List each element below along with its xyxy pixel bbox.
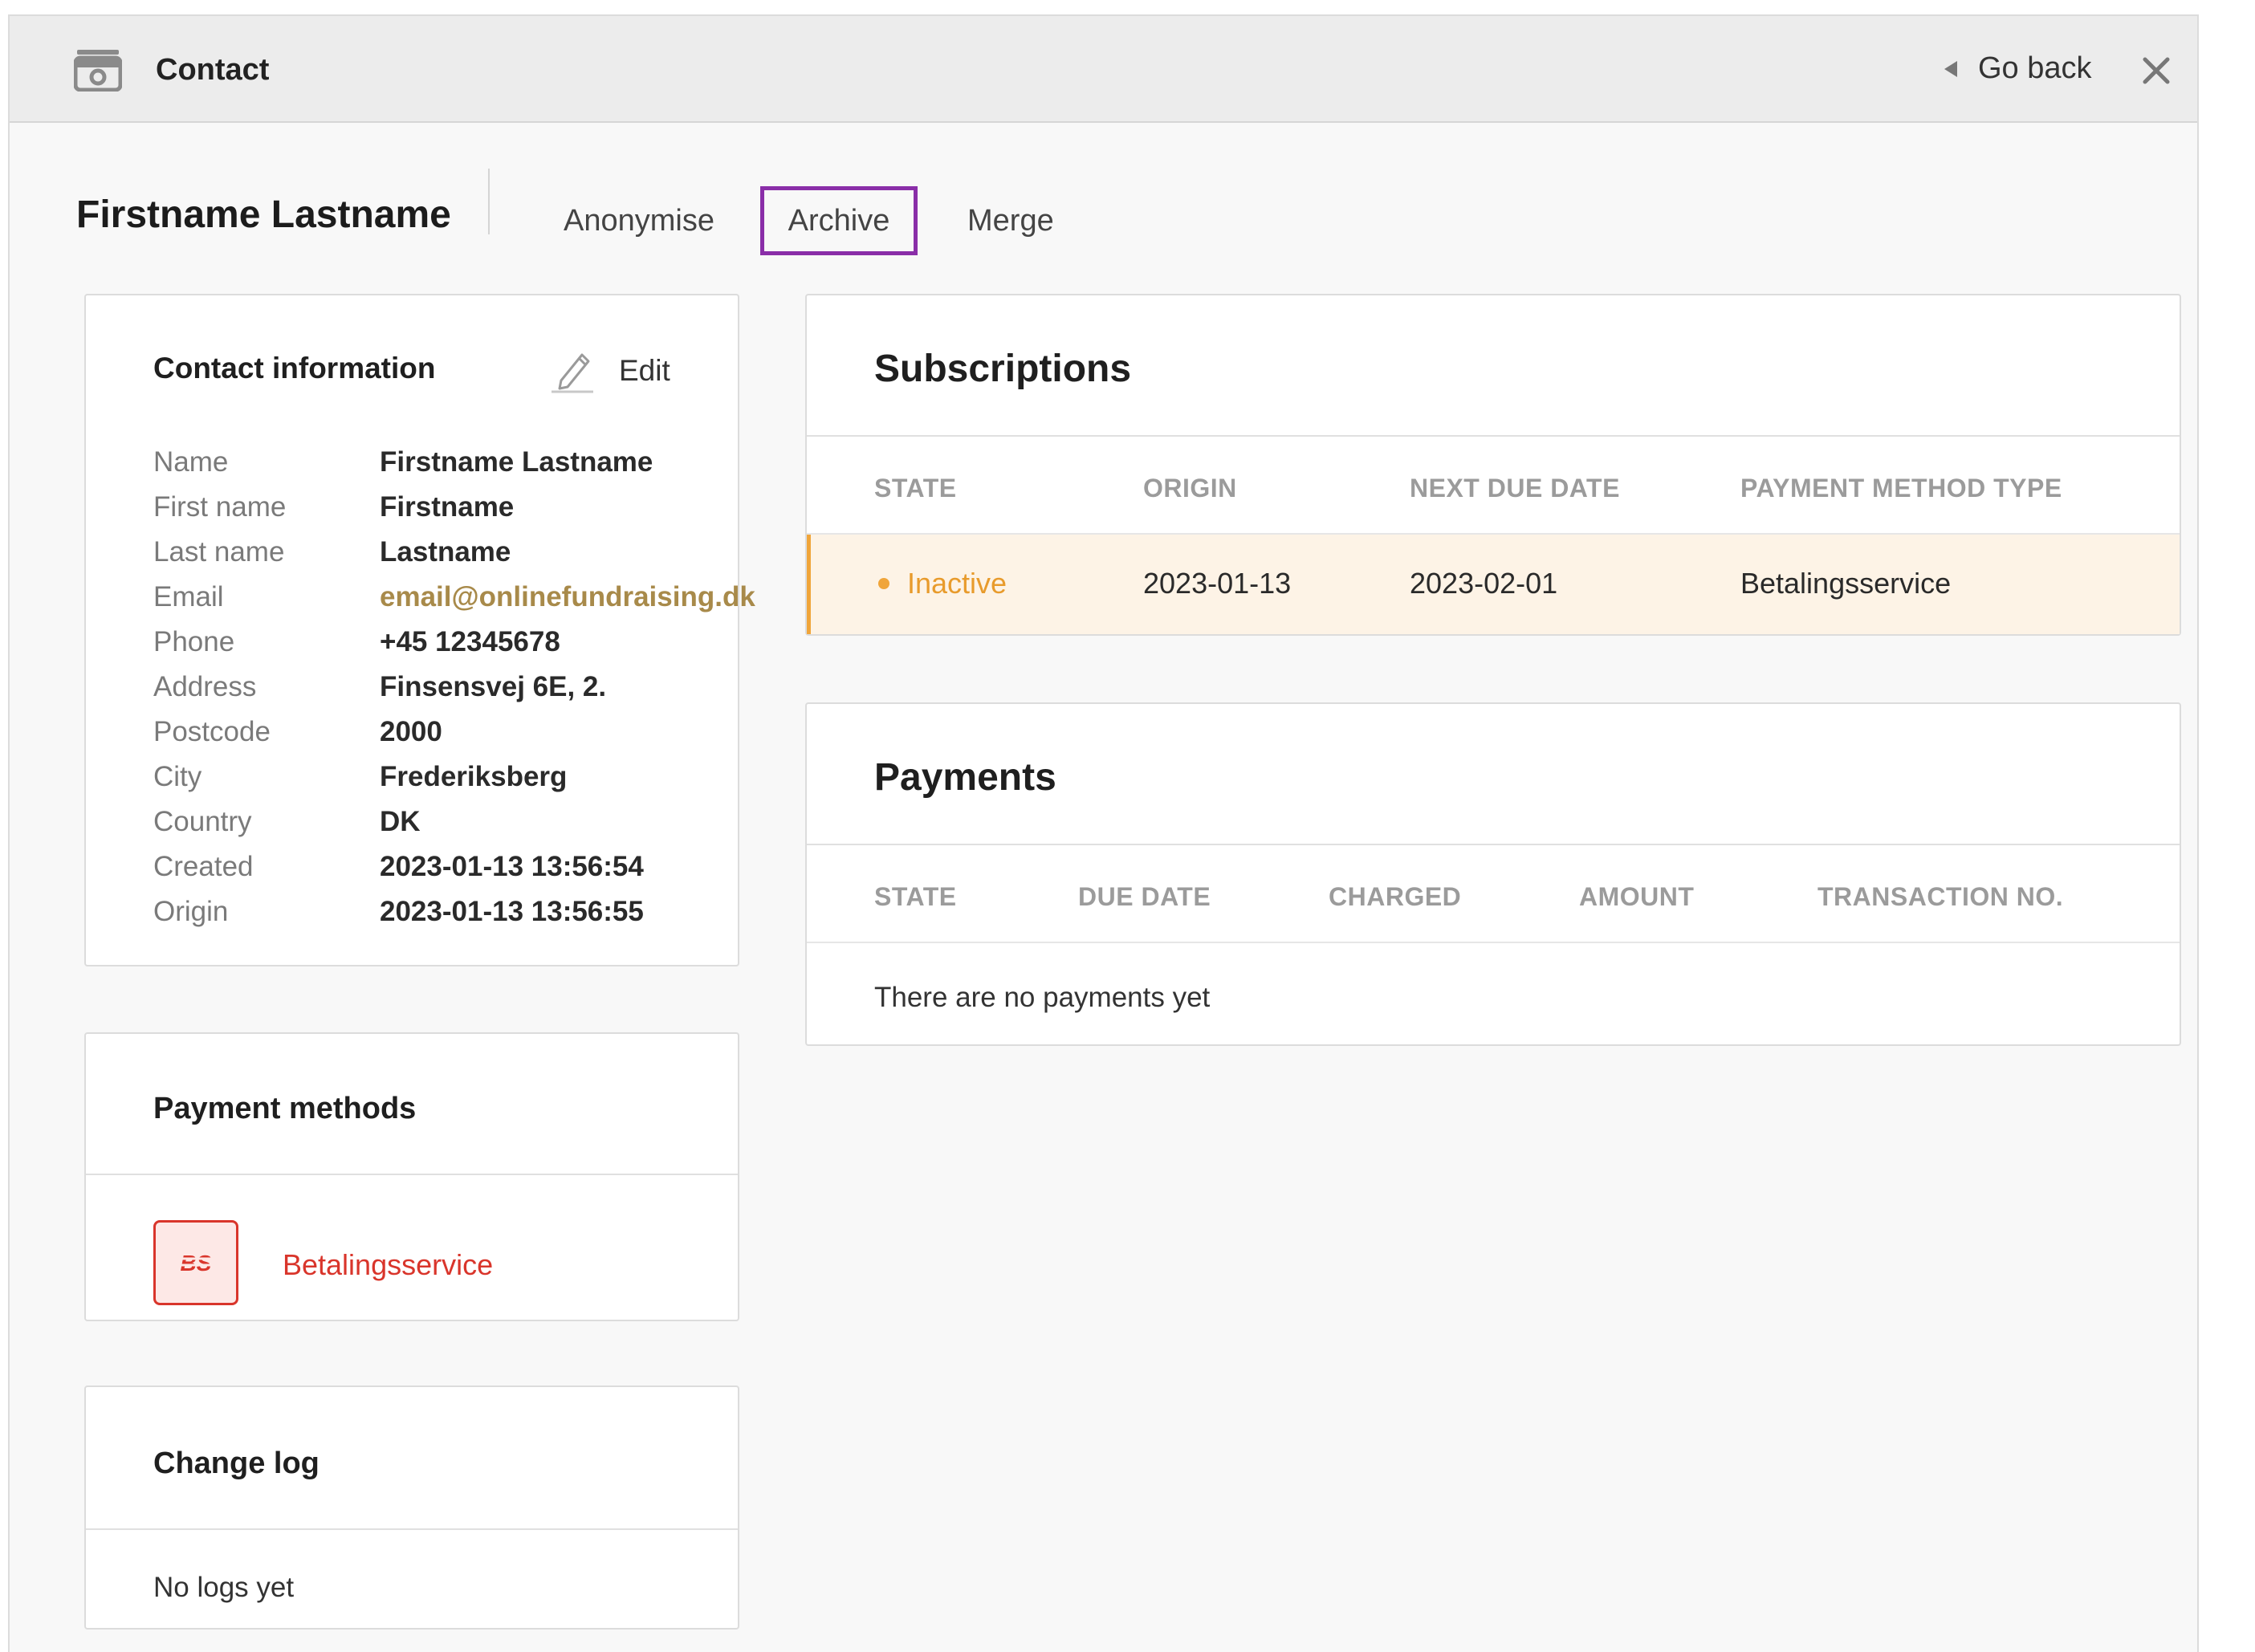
- payment-methods-card: Payment methods BS Betalingsservice: [84, 1032, 739, 1321]
- email-link[interactable]: email@onlinefundraising.dk: [380, 581, 755, 613]
- info-value: DK: [380, 806, 421, 837]
- subscriptions-card: Subscriptions STATE ORIGIN NEXT DUE DATE…: [805, 294, 2181, 636]
- anonymise-button[interactable]: Anonymise: [564, 186, 714, 255]
- info-label: Name: [153, 446, 229, 478]
- betalingsservice-icon: BS: [173, 1251, 218, 1276]
- info-row-phone: Phone +45 12345678: [153, 626, 560, 658]
- info-row-email: Email email@onlinefundraising.dk: [153, 581, 755, 613]
- column-header-transaction-no: TRANSACTION NO.: [1817, 882, 2064, 911]
- change-log-card: Change log No logs yet: [84, 1385, 739, 1630]
- column-header-due-date: DUE DATE: [1078, 882, 1211, 911]
- info-label: First name: [153, 491, 287, 523]
- info-row-first-name: First name Firstname: [153, 491, 514, 523]
- info-value: 2000: [380, 716, 442, 747]
- back-arrow-icon: [1944, 60, 1957, 77]
- edit-button[interactable]: Edit: [550, 348, 670, 393]
- info-row-address: Address Finsensvej 6E, 2.: [153, 671, 606, 703]
- info-label: City: [153, 761, 202, 792]
- divider: [807, 435, 2180, 437]
- contact-name: Firstname Lastname: [76, 193, 451, 236]
- info-label: Last name: [153, 536, 285, 568]
- info-label: Origin: [153, 896, 229, 927]
- info-label: Email: [153, 581, 224, 612]
- column-header-charged: CHARGED: [1329, 882, 1462, 911]
- column-header-payment-method-type: PAYMENT METHOD TYPE: [1740, 474, 2062, 503]
- go-back-button[interactable]: Go back: [1944, 51, 2092, 86]
- status-dot-icon: [878, 578, 889, 589]
- change-log-empty: No logs yet: [153, 1572, 295, 1603]
- contact-information-heading: Contact information: [153, 352, 436, 385]
- info-row-country: Country DK: [153, 806, 421, 838]
- subscription-payment-method-type: Betalingsservice: [1740, 567, 1952, 600]
- change-log-heading: Change log: [153, 1447, 320, 1480]
- divider: [86, 1528, 738, 1530]
- info-label: Postcode: [153, 716, 271, 747]
- info-label: Country: [153, 806, 252, 837]
- payment-methods-heading: Payment methods: [153, 1092, 417, 1125]
- info-row-postcode: Postcode 2000: [153, 716, 442, 748]
- contact-window: Contact Go back Firstname Lastname Anony…: [8, 14, 2199, 1652]
- close-icon[interactable]: [2140, 55, 2172, 87]
- subscription-state: Inactive: [907, 567, 1007, 600]
- info-row-last-name: Last name Lastname: [153, 536, 511, 568]
- column-header-state: STATE: [874, 474, 957, 503]
- contact-information-card: Contact information Edit Name Firstname …: [84, 294, 755, 966]
- edit-label: Edit: [619, 354, 670, 387]
- info-label: Phone: [153, 626, 235, 657]
- logo-text: BS: [181, 1251, 212, 1276]
- info-row-name: Name Firstname Lastname: [153, 446, 653, 478]
- info-value: +45 12345678: [380, 626, 560, 657]
- divider: [807, 942, 2180, 943]
- info-value: Frederiksberg: [380, 761, 568, 792]
- subscriptions-heading: Subscriptions: [874, 348, 1132, 390]
- info-value: Finsensvej 6E, 2.: [380, 671, 607, 702]
- top-bar: Contact Go back: [10, 16, 2197, 123]
- window-title: Contact: [156, 53, 270, 87]
- contact-app-icon: [74, 50, 122, 92]
- info-label: Created: [153, 851, 254, 882]
- merge-button[interactable]: Merge: [967, 186, 1054, 255]
- info-row-origin: Origin 2023-01-13 13:56:55: [153, 896, 644, 928]
- betalingsservice-logo: BS: [153, 1220, 238, 1305]
- info-value: 2023-01-13 13:56:54: [380, 851, 644, 882]
- subscription-origin: 2023-01-13: [1143, 567, 1292, 600]
- info-value: Firstname Lastname: [380, 446, 653, 478]
- info-value: 2023-01-13 13:56:55: [380, 896, 644, 927]
- column-header-state: STATE: [874, 882, 957, 911]
- column-header-origin: ORIGIN: [1143, 474, 1237, 503]
- archive-button[interactable]: Archive: [760, 186, 918, 255]
- column-header-amount: AMOUNT: [1579, 882, 1695, 911]
- info-row-city: City Frederiksberg: [153, 761, 567, 793]
- payments-empty: There are no payments yet: [874, 982, 1211, 1013]
- payments-card: Payments STATE DUE DATE CHARGED AMOUNT T…: [805, 702, 2181, 1046]
- divider: [807, 844, 2180, 845]
- pencil-icon: [552, 353, 593, 393]
- subscription-next-due-date: 2023-02-01: [1410, 567, 1558, 600]
- header-divider: [488, 169, 490, 234]
- go-back-label: Go back: [1978, 51, 2092, 85]
- info-row-created: Created 2023-01-13 13:56:54: [153, 851, 644, 883]
- info-value: Lastname: [380, 536, 511, 568]
- payments-heading: Payments: [874, 756, 1056, 799]
- info-value: Firstname: [380, 491, 515, 523]
- payment-method-betalingsservice[interactable]: Betalingsservice: [283, 1248, 493, 1282]
- column-header-next-due-date: NEXT DUE DATE: [1410, 474, 1620, 503]
- divider: [86, 1174, 738, 1175]
- info-label: Address: [153, 671, 257, 702]
- contact-header: Firstname Lastname: [76, 174, 451, 254]
- table-row[interactable]: Inactive 2023-01-13 2023-02-01 Betalings…: [807, 535, 2180, 634]
